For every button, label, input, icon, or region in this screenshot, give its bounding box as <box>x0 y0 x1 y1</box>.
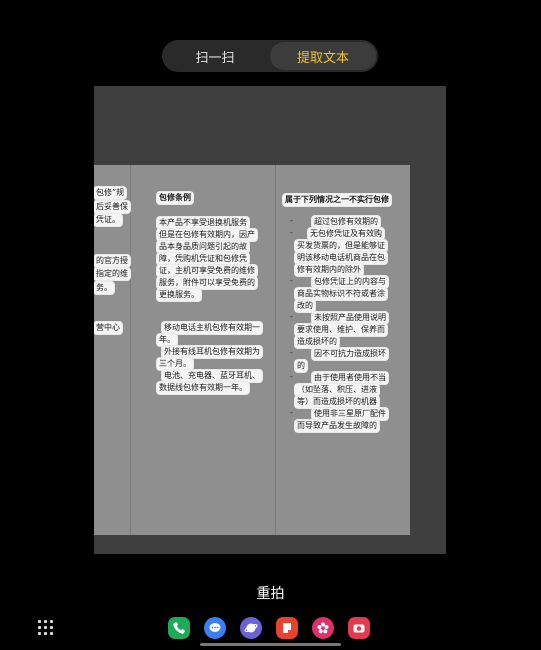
document-viewer: 包修”规 后妥善保 凭证。 的官方授 指定的维 务。 营中心 包修条例 本产品不… <box>94 86 446 554</box>
app-dock <box>0 617 541 641</box>
text-block[interactable]: 服务，附件可以享受免费的 <box>157 277 257 289</box>
list-dash: - <box>290 216 293 225</box>
text-block[interactable]: 使用非三星原厂配件 <box>312 408 388 420</box>
text-block[interactable]: 数据线包修有效期一年。 <box>157 382 249 394</box>
text-block[interactable]: 后妥善保 <box>94 201 130 213</box>
text-block[interactable]: 包修”规 <box>94 187 127 199</box>
text-block[interactable]: 证，主机可享受免费的维修 <box>157 265 257 277</box>
phone-icon[interactable] <box>168 617 190 639</box>
fold-line <box>130 165 131 535</box>
retake-button[interactable]: 重拍 <box>0 583 541 603</box>
text-block[interactable]: 包修凭证上的内容与 <box>312 276 388 288</box>
text-block[interactable]: 障，凭购机凭证和包修凭 <box>157 253 249 265</box>
text-block[interactable]: 外接有线耳机包修有效期为 <box>162 346 262 358</box>
home-indicator[interactable] <box>200 643 341 646</box>
mode-switcher: 扫一扫 提取文本 <box>162 40 378 72</box>
text-block[interactable]: 的官方授 <box>94 255 130 267</box>
internet-browser-icon[interactable] <box>240 617 262 639</box>
fold-line <box>275 165 276 535</box>
text-block[interactable]: 超过包修有效期的 <box>312 216 380 228</box>
text-block[interactable]: 但是在包修有效期内，因产 <box>157 229 257 241</box>
text-block[interactable]: 等）而造成损坏的机器 <box>295 396 379 408</box>
tab-extract-text[interactable]: 提取文本 <box>270 42 376 70</box>
list-dash: - <box>290 228 293 237</box>
text-block[interactable]: 务。 <box>94 282 114 294</box>
text-block[interactable]: 商品实物标识不符或者涂 <box>295 288 387 300</box>
text-block[interactable]: 而导致产品发生故障的 <box>295 420 379 432</box>
text-block[interactable]: 修有效期内的除外 <box>295 264 363 276</box>
text-block[interactable]: 指定的维 <box>94 268 130 280</box>
notes-icon[interactable] <box>276 617 298 639</box>
text-block[interactable]: 更换服务。 <box>157 289 201 301</box>
text-block[interactable]: 移动电话主机包修有效期一 <box>162 322 262 334</box>
list-dash: - <box>290 408 293 417</box>
text-block[interactable]: 无包修凭证及有效购 <box>308 228 384 240</box>
list-dash: - <box>290 276 293 285</box>
text-block[interactable]: 买发货票的，但是能够证 <box>295 240 387 252</box>
gallery-icon[interactable] <box>312 617 334 639</box>
text-block[interactable]: 由于使用者使用不当 <box>312 372 388 384</box>
text-block[interactable]: 造成损坏的 <box>295 336 339 348</box>
camera-icon[interactable] <box>348 617 370 639</box>
text-block[interactable]: 品本身品质问题引起的故 <box>157 241 249 253</box>
list-dash: - <box>290 312 293 321</box>
messages-icon[interactable] <box>204 617 226 639</box>
tab-scan[interactable]: 扫一扫 <box>162 40 268 72</box>
text-block[interactable]: 本产品不享受退换机服务 <box>157 217 249 229</box>
text-block[interactable]: 的 <box>295 360 307 372</box>
text-block[interactable]: 电池、充电器、蓝牙耳机、 <box>162 370 262 382</box>
text-block[interactable]: 凭证。 <box>94 214 122 226</box>
text-block[interactable]: 要求使用、维护、保养而 <box>295 324 387 336</box>
section-title[interactable]: 包修条例 <box>157 192 193 204</box>
text-block[interactable]: 明该移动电话机商品在包 <box>295 252 387 264</box>
section-title[interactable]: 属于下列情况之一不实行包修 <box>283 194 391 206</box>
text-block[interactable]: （如坠落、积压、进液 <box>295 384 379 396</box>
text-block[interactable]: 未按照产品使用说明 <box>312 312 388 324</box>
text-block[interactable]: 三个月。 <box>157 358 193 370</box>
list-dash: - <box>290 372 293 381</box>
text-block[interactable]: 因不可抗力造成损坏 <box>312 348 388 360</box>
text-block[interactable]: 营中心 <box>94 322 122 334</box>
text-block[interactable]: 年。 <box>157 334 177 346</box>
list-dash: - <box>290 348 293 357</box>
text-block[interactable]: 改的 <box>295 300 315 312</box>
